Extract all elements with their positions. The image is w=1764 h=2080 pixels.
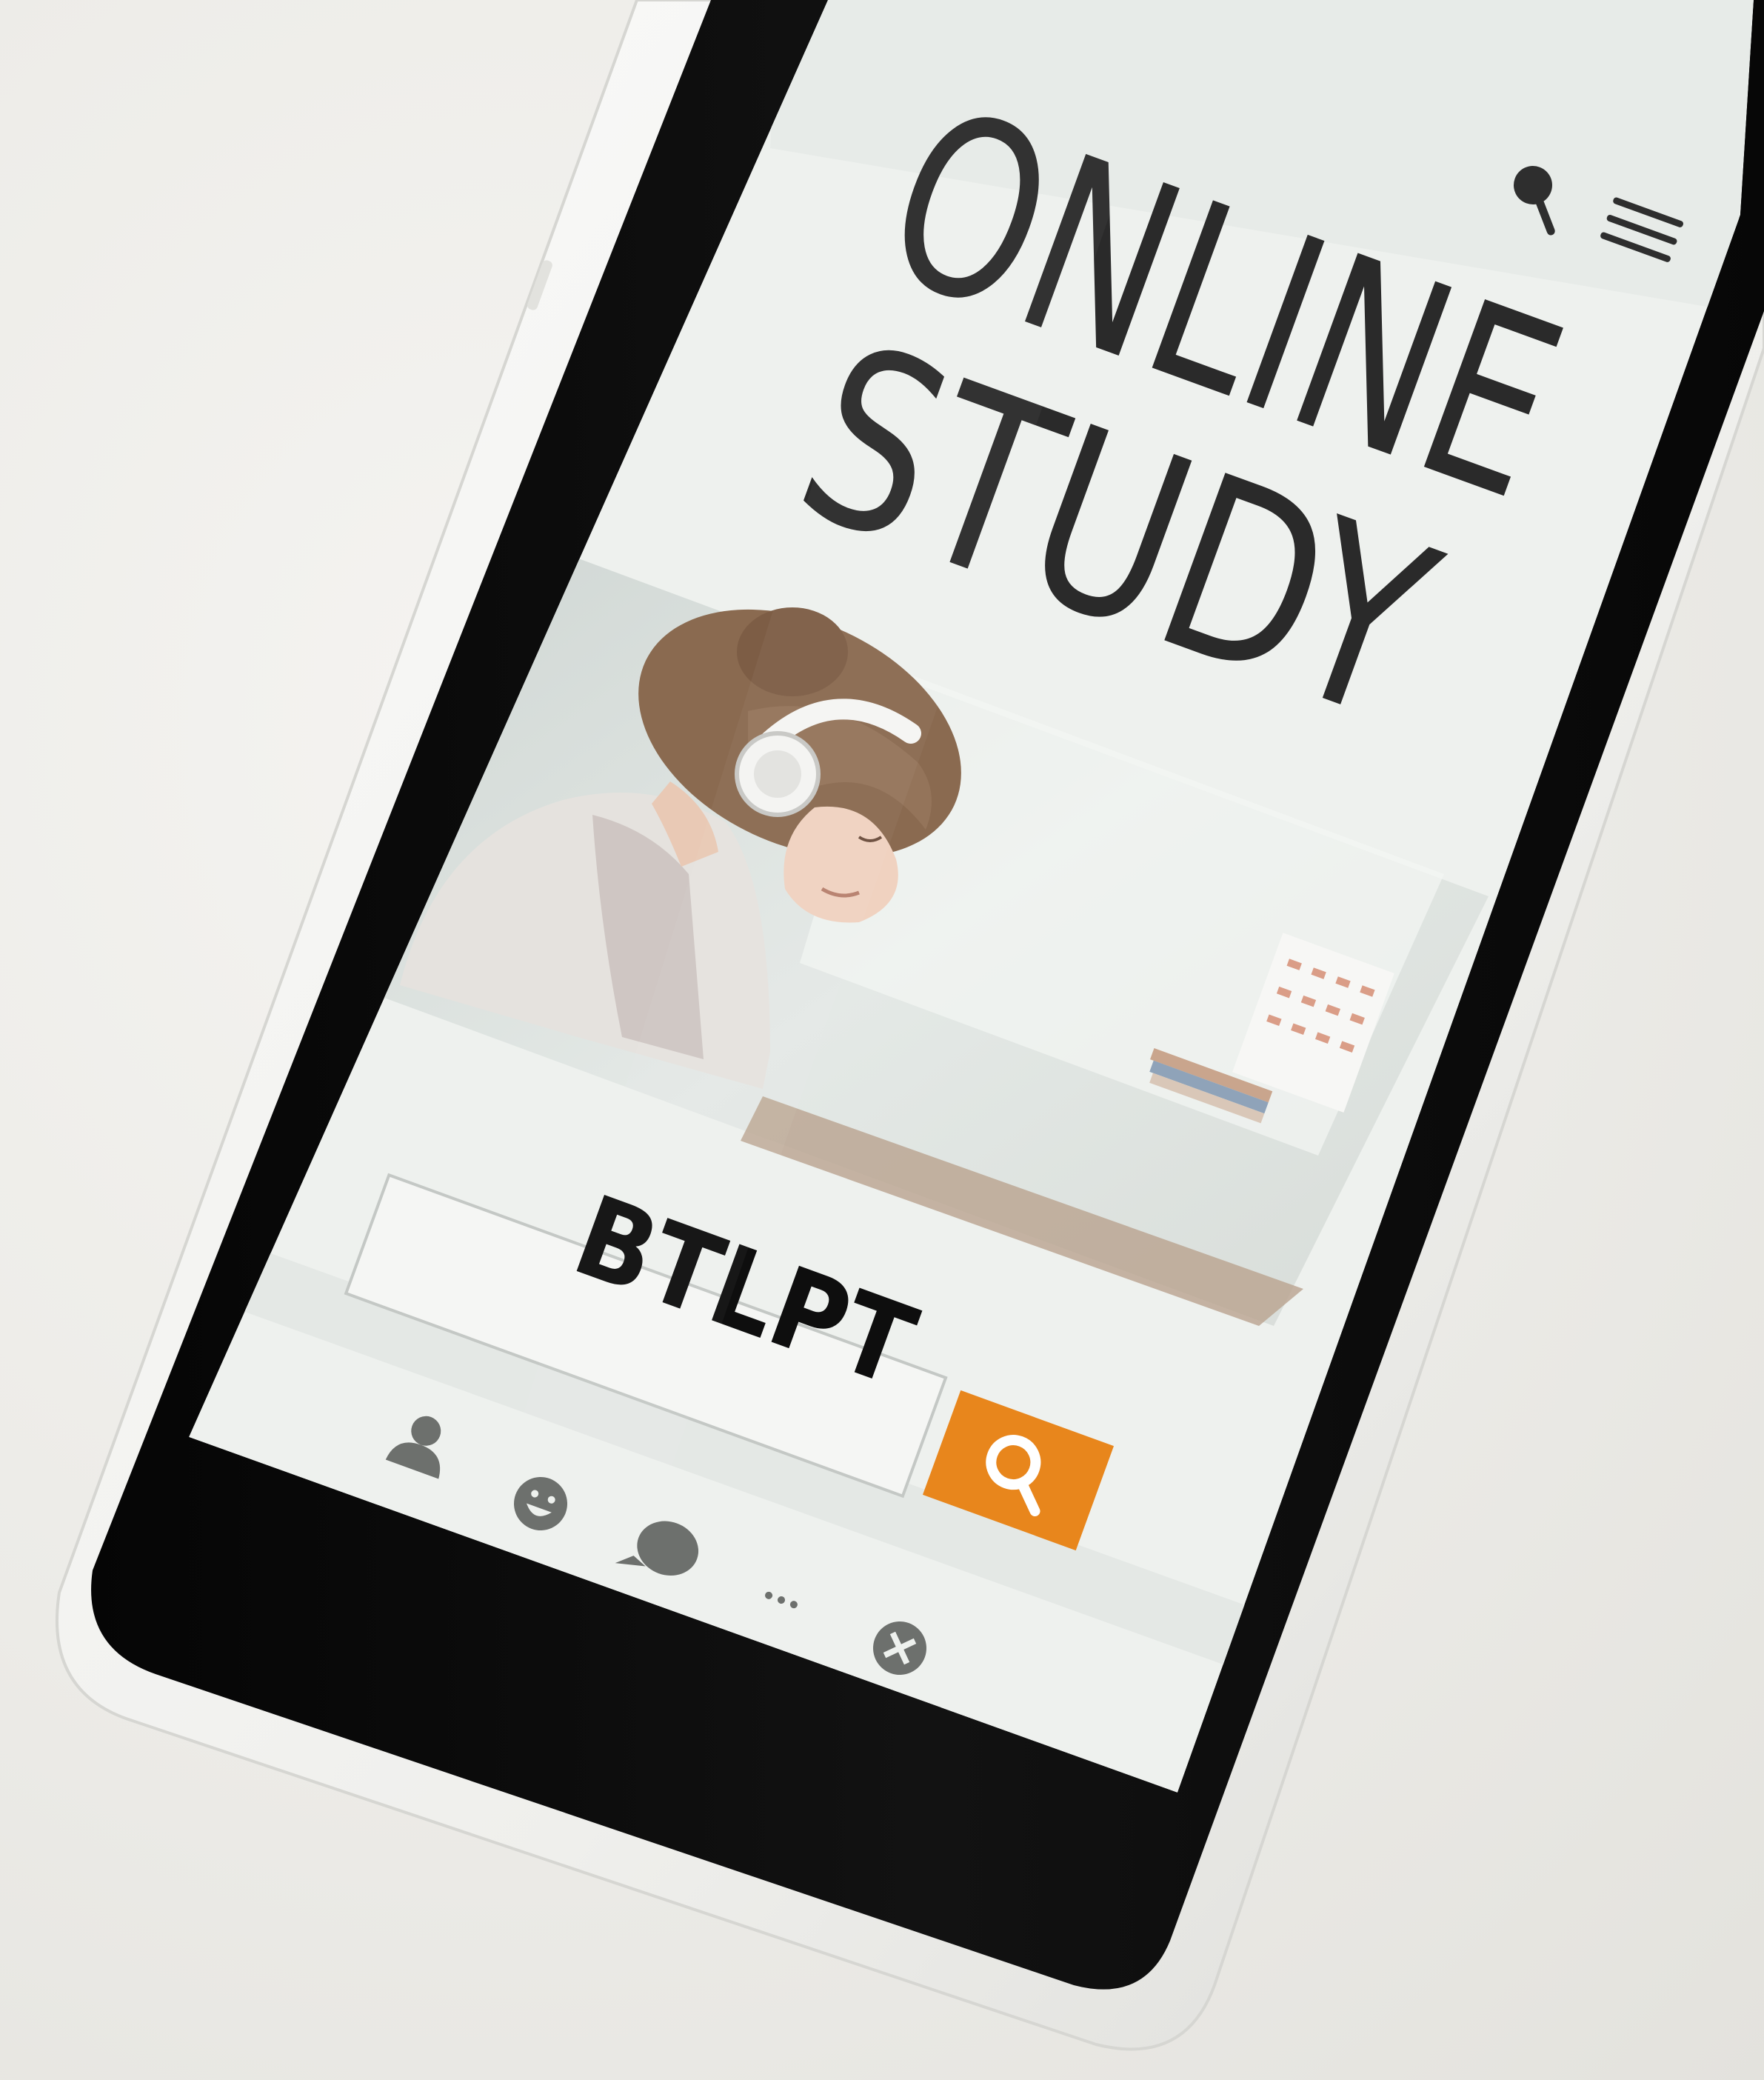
photo-stage: ONLINE STUDY BTLPT bbox=[0, 0, 1764, 2080]
phone-photo: ONLINE STUDY BTLPT bbox=[56, 0, 1764, 2051]
